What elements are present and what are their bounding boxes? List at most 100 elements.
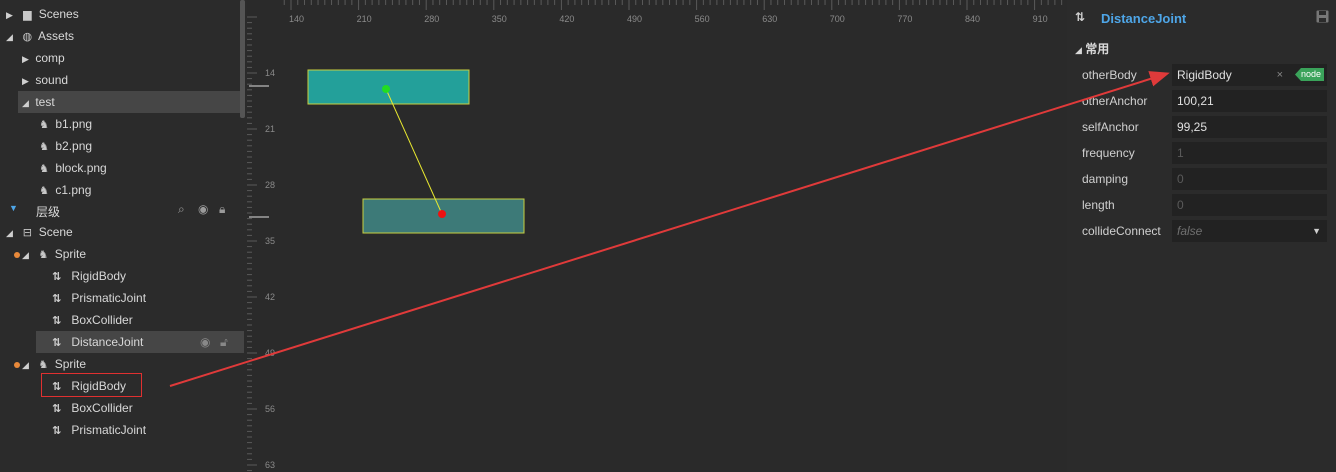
assets-item-label: b2.png [55, 139, 93, 153]
rabbit-icon: ♞ [39, 185, 49, 197]
expand-down-icon[interactable]: ◢ [22, 354, 32, 376]
prop-label-damping: damping [1082, 172, 1129, 186]
damping-value: 0 [1177, 172, 1184, 186]
search-icon[interactable]: ⌕ [178, 202, 185, 217]
otherbody-field[interactable]: RigidBody × node [1172, 64, 1327, 86]
otheranchor-field[interactable]: 100,21 [1172, 90, 1327, 112]
hierarchy-item-label: PrismaticJoint [71, 291, 147, 305]
hierarchy-item-distancejoint[interactable]: ⇅ DistanceJoint ◉ 🔓︎ [36, 331, 244, 353]
selfanchor-field[interactable]: 99,25 [1172, 116, 1327, 138]
left-panel: ▶ ▆ Scenes ◢ ◍ Assets ▶ comp ▶ sound ◢ t… [0, 0, 247, 472]
inspector-title: DistanceJoint [1101, 11, 1187, 26]
expand-right-icon[interactable]: ▶ [22, 48, 32, 70]
hierarchy-title: 层级 [36, 205, 61, 219]
assets-item-scenes[interactable]: ▶ ▆ Scenes [6, 3, 79, 25]
assets-item-test[interactable]: ◢ test [18, 91, 240, 113]
hierarchy-item-boxcollider-1[interactable]: ⇅ BoxCollider [52, 309, 133, 331]
expand-down-icon[interactable]: ◢ [1075, 45, 1082, 55]
expand-right-icon[interactable]: ▶ [6, 4, 16, 26]
assets-item-label: c1.png [55, 183, 92, 197]
assets-item-label: block.png [55, 161, 107, 175]
damping-field[interactable]: 0 [1172, 168, 1327, 190]
collideconnect-value: false [1177, 224, 1203, 238]
assets-item-b1[interactable]: ♞ b1.png [36, 113, 92, 135]
rabbit-icon: ♞ [39, 119, 49, 131]
hierarchy-item-label: Sprite [54, 357, 87, 371]
length-field[interactable]: 0 [1172, 194, 1327, 216]
assets-item-label: comp [35, 51, 65, 65]
eye-icon[interactable]: ◉ [198, 202, 208, 216]
hierarchy-item-boxcollider-2[interactable]: ⇅ BoxCollider [52, 397, 133, 419]
save-icon[interactable] [1316, 10, 1329, 23]
component-icon: ⇅ [52, 425, 62, 437]
inspector-panel: ⇅ DistanceJoint ◢ 常用 otherBody RigidBody… [1067, 0, 1336, 472]
node-tag: node [1294, 68, 1324, 81]
assets-item-block[interactable]: ♞ block.png [36, 157, 107, 179]
expand-down-icon[interactable]: ◢ [22, 244, 32, 266]
globe-icon: ◍ [22, 31, 33, 43]
folder-icon: ▆ [23, 9, 32, 21]
otheranchor-value: 100,21 [1177, 94, 1214, 108]
prop-label-frequency: frequency [1082, 146, 1135, 160]
rabbit-icon: ♞ [39, 141, 49, 153]
hierarchy-item-prismaticjoint-1[interactable]: ⇅ PrismaticJoint [52, 287, 146, 309]
clear-icon[interactable]: × [1277, 64, 1283, 86]
chevron-down-icon[interactable]: ▼ [1312, 220, 1321, 242]
prop-label-selfanchor: selfAnchor [1082, 120, 1139, 134]
assets-item-sound[interactable]: ▶ sound [22, 69, 68, 91]
collideconnect-select[interactable]: false ▼ [1172, 220, 1327, 242]
frequency-field[interactable]: 1 [1172, 142, 1327, 164]
scene-canvas[interactable]: 1402102803504204905606307007708409109801… [247, 0, 1067, 472]
highlight-box [41, 373, 142, 397]
component-icon: ⇅ [1075, 10, 1086, 24]
assets-item-label: test [35, 95, 55, 109]
component-icon: ⇅ [52, 403, 62, 415]
assets-item-c1[interactable]: ♞ c1.png [36, 179, 91, 197]
prop-label-otheranchor: otherAnchor [1082, 94, 1148, 108]
hierarchy-item-rigidbody-1[interactable]: ⇅ RigidBody [52, 265, 126, 287]
scene-icon: ⊟ [22, 227, 32, 239]
group-header[interactable]: ◢ 常用 [1075, 40, 1109, 57]
component-icon: ⇅ [52, 315, 62, 327]
expand-right-icon[interactable]: ▶ [22, 70, 32, 92]
collapse-icon[interactable]: ▼ [9, 203, 18, 213]
component-icon: ⇅ [52, 271, 62, 283]
assets-item-b2[interactable]: ♞ b2.png [36, 135, 92, 157]
eye-icon[interactable]: ◉ [200, 331, 210, 353]
hierarchy-header: ▼ 层级 ⌕ ◉ 🔒︎ [0, 199, 247, 221]
modified-dot-icon [14, 361, 20, 368]
rabbit-icon: ♞ [38, 249, 49, 261]
hierarchy-item-sprite-2[interactable]: ◢ ♞ Sprite [14, 353, 86, 375]
length-value: 0 [1177, 198, 1184, 212]
hierarchy-item-prismaticjoint-2[interactable]: ⇅ PrismaticJoint [52, 419, 146, 441]
prop-label-otherbody: otherBody [1082, 68, 1137, 82]
expand-down-icon[interactable]: ◢ [6, 222, 16, 244]
expand-down-icon[interactable]: ◢ [6, 26, 16, 48]
component-icon: ⇅ [52, 293, 62, 305]
assets-scrollbar[interactable] [240, 0, 245, 118]
assets-item-label: b1.png [55, 117, 93, 131]
modified-dot-icon [14, 251, 20, 258]
expand-down-icon[interactable]: ◢ [22, 92, 32, 114]
assets-item-comp[interactable]: ▶ comp [22, 47, 65, 69]
group-title: 常用 [1085, 42, 1110, 56]
rabbit-icon: ♞ [39, 163, 49, 175]
hierarchy-item-label: Sprite [54, 247, 87, 261]
hierarchy-item-scene[interactable]: ◢ ⊟ Scene [6, 221, 73, 243]
hierarchy-item-label: DistanceJoint [71, 335, 144, 349]
selfanchor-value: 99,25 [1177, 120, 1208, 134]
frequency-value: 1 [1177, 146, 1184, 160]
anchor-self-handle[interactable] [382, 85, 390, 93]
hierarchy-item-label: RigidBody [71, 269, 127, 283]
anchor-other-handle[interactable] [438, 210, 446, 218]
unlock-icon[interactable]: 🔓︎ [220, 331, 228, 353]
hierarchy-item-label: PrismaticJoint [71, 423, 147, 437]
prop-label-length: length [1082, 198, 1115, 212]
assets-item-assets[interactable]: ◢ ◍ Assets [6, 25, 74, 47]
otherbody-value: RigidBody [1177, 68, 1232, 82]
lock-icon[interactable]: 🔒︎ [219, 202, 225, 217]
prop-label-collideconnect: collideConnect [1082, 224, 1161, 238]
assets-item-label: sound [35, 73, 69, 87]
hierarchy-item-sprite-1[interactable]: ◢ ♞ Sprite [14, 243, 86, 265]
scene-objects [307, 69, 525, 234]
